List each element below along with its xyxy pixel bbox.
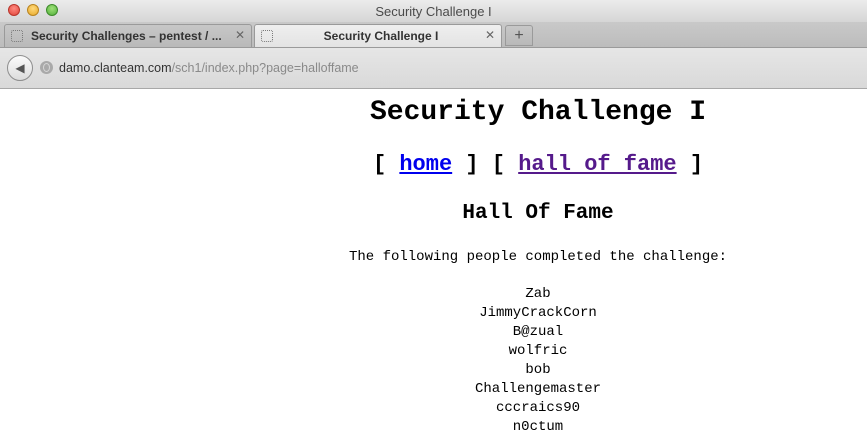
page-content: Security Challenge I [ home ] [ hall of … <box>0 89 867 438</box>
nav-bracket-close: ] <box>689 152 704 177</box>
page-nav: [ home ] [ hall of fame ] <box>0 152 867 177</box>
section-title: Hall Of Fame <box>462 202 614 225</box>
url-text: damo.clanteam.com/sch1/index.php?page=ha… <box>59 57 359 79</box>
page-icon <box>261 30 273 42</box>
list-item: Zab <box>525 286 551 302</box>
list-item: bob <box>525 362 551 378</box>
close-icon[interactable]: ✕ <box>235 28 245 42</box>
list-item: Challengemaster <box>474 381 602 397</box>
close-icon[interactable]: ✕ <box>485 28 495 42</box>
list-item: wolfric <box>508 343 568 359</box>
tab-bar: Security Challenges – pentest / ... ✕ Se… <box>0 22 867 48</box>
intro-text: The following people completed the chall… <box>348 249 728 265</box>
window-title: Security Challenge I <box>375 4 492 19</box>
page-icon <box>11 30 23 42</box>
list-item: n0ctum <box>512 419 564 435</box>
nav-bracket-close: ] <box>465 152 479 177</box>
page-title: Security Challenge I <box>369 97 707 128</box>
hall-of-fame-link[interactable]: hall of fame <box>518 152 676 177</box>
tab-security-challenge-i[interactable]: Security Challenge I ✕ <box>254 24 502 47</box>
home-link[interactable]: home <box>399 152 452 177</box>
people-list: Zab JimmyCrackCorn B@zual wolfric bob Ch… <box>0 285 867 437</box>
window-titlebar: Security Challenge I <box>0 0 867 22</box>
list-item: B@zual <box>512 324 564 340</box>
url-host: damo.clanteam.com <box>59 61 172 75</box>
url-path: /sch1/index.php?page=halloffame <box>171 61 359 75</box>
list-item: JimmyCrackCorn <box>479 305 597 321</box>
tab-label: Security Challenges – pentest / ... <box>31 29 222 43</box>
tab-label: Security Challenge I <box>323 29 439 43</box>
address-bar: ◀ damo.clanteam.com/sch1/index.php?page=… <box>0 48 867 89</box>
list-item: cccraics90 <box>495 400 580 416</box>
globe-icon <box>40 61 53 74</box>
plus-icon: + <box>514 27 524 44</box>
nav-bracket-open: [ <box>372 152 387 177</box>
back-arrow-icon: ◀ <box>15 61 25 75</box>
nav-bracket-open: [ <box>491 152 505 177</box>
back-button[interactable]: ◀ <box>7 55 33 81</box>
url-field[interactable]: damo.clanteam.com/sch1/index.php?page=ha… <box>40 57 867 79</box>
tab-security-challenges-pentest[interactable]: Security Challenges – pentest / ... ✕ <box>4 24 252 47</box>
new-tab-button[interactable]: + <box>505 25 533 46</box>
